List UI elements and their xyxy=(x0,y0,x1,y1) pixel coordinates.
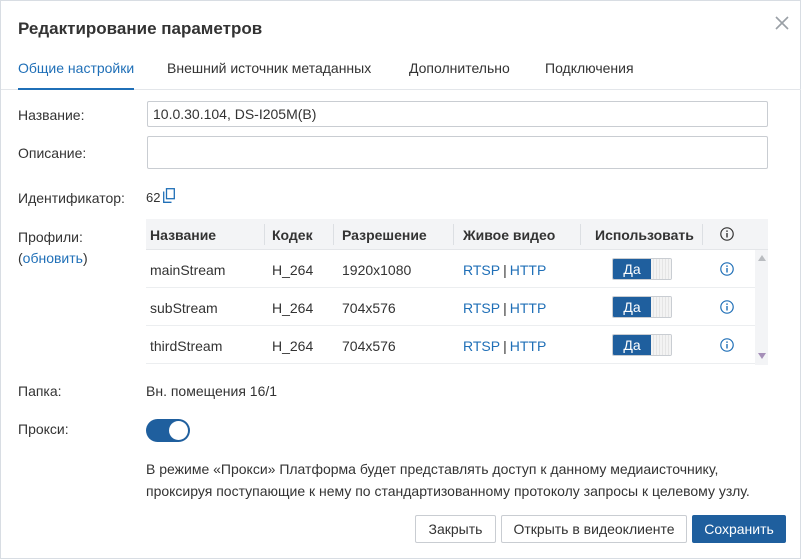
tab-general-settings[interactable]: Общие настройки xyxy=(18,59,135,90)
refresh-close-paren: ) xyxy=(82,250,88,266)
toggle-on-label: Да xyxy=(613,259,651,279)
identifier-value: 62 xyxy=(146,190,161,205)
open-in-video-client-button[interactable]: Открыть в видеоклиенте xyxy=(501,515,687,543)
profile-name: thirdStream xyxy=(150,338,223,354)
profiles-table-header: Название Кодек Разрешение Живое видео Ис… xyxy=(146,219,768,250)
toggle-on-label: Да xyxy=(613,335,651,355)
toggle-on-label: Да xyxy=(613,297,651,317)
profiles-refresh: (обновить) xyxy=(18,250,88,266)
profiles-label: Профили: xyxy=(18,229,83,245)
description-label: Описание: xyxy=(18,145,87,161)
profile-codec: H_264 xyxy=(272,262,314,278)
header-divider xyxy=(453,224,454,245)
toggle-knob xyxy=(169,421,188,440)
name-input[interactable] xyxy=(147,101,768,127)
table-row: mainStream H_264 1920x1080 RTSP | HTTP Да xyxy=(146,250,755,288)
tab-external-metadata-source[interactable]: Внешний источник метаданных xyxy=(167,59,371,90)
proxy-description: В режиме «Прокси» Платформа будет предст… xyxy=(146,461,750,499)
profiles-scrollbar[interactable] xyxy=(755,250,768,365)
profiles-table: Название Кодек Разрешение Живое видео Ис… xyxy=(146,219,768,365)
edit-parameters-dialog: Редактирование параметров Общие настройк… xyxy=(0,0,801,559)
close-icon[interactable] xyxy=(773,14,791,32)
info-icon[interactable] xyxy=(720,262,734,276)
table-row: thirdStream H_264 704x576 RTSP | HTTP Да xyxy=(146,326,755,364)
header-use: Использовать xyxy=(595,227,694,243)
info-icon[interactable] xyxy=(720,227,734,241)
header-divider xyxy=(264,224,265,245)
header-divider xyxy=(580,224,581,245)
dialog-title: Редактирование параметров xyxy=(18,19,263,38)
use-profile-toggle[interactable]: Да xyxy=(612,334,672,356)
rtsp-link[interactable]: RTSP xyxy=(463,262,500,278)
identifier-label: Идентификатор: xyxy=(18,190,125,206)
tab-advanced[interactable]: Дополнительно xyxy=(409,59,510,90)
profile-resolution: 1920x1080 xyxy=(342,262,412,278)
header-resolution: Разрешение xyxy=(342,227,427,243)
rtsp-link[interactable]: RTSP xyxy=(463,338,500,354)
description-input[interactable] xyxy=(147,136,768,169)
link-separator: | xyxy=(503,300,507,316)
profile-resolution: 704x576 xyxy=(342,338,396,354)
scroll-up-arrow-icon[interactable] xyxy=(758,255,766,261)
copy-icon[interactable] xyxy=(163,188,175,203)
proxy-toggle[interactable] xyxy=(146,419,190,442)
toggle-handle xyxy=(651,335,671,355)
folder-label: Папка: xyxy=(18,383,62,399)
profile-codec: H_264 xyxy=(272,300,314,316)
header-live-video: Живое видео xyxy=(463,227,556,243)
close-button[interactable]: Закрыть xyxy=(415,515,496,543)
tab-connections[interactable]: Подключения xyxy=(545,59,634,90)
http-link[interactable]: HTTP xyxy=(510,262,547,278)
info-icon[interactable] xyxy=(720,300,734,314)
info-icon[interactable] xyxy=(720,338,734,352)
use-profile-toggle[interactable]: Да xyxy=(612,296,672,318)
table-row: subStream H_264 704x576 RTSP | HTTP Да xyxy=(146,288,755,326)
toggle-handle xyxy=(651,297,671,317)
refresh-profiles-link[interactable]: обновить xyxy=(23,250,83,266)
header-name: Название xyxy=(150,227,217,243)
link-separator: | xyxy=(503,262,507,278)
header-divider xyxy=(702,224,703,245)
use-profile-toggle[interactable]: Да xyxy=(612,258,672,280)
live-video-links: RTSP | HTTP xyxy=(463,300,546,316)
header-codec: Кодек xyxy=(272,227,313,243)
proxy-label: Прокси: xyxy=(18,421,69,437)
profile-name: mainStream xyxy=(150,262,226,278)
header-divider xyxy=(333,224,334,245)
tab-bar: Общие настройки Внешний источник метадан… xyxy=(1,59,801,90)
http-link[interactable]: HTTP xyxy=(510,300,547,316)
http-link[interactable]: HTTP xyxy=(510,338,547,354)
profile-name: subStream xyxy=(150,300,218,316)
profile-resolution: 704x576 xyxy=(342,300,396,316)
live-video-links: RTSP | HTTP xyxy=(463,262,546,278)
rtsp-link[interactable]: RTSP xyxy=(463,300,500,316)
profile-codec: H_264 xyxy=(272,338,314,354)
scroll-down-arrow-icon[interactable] xyxy=(758,353,766,359)
link-separator: | xyxy=(503,338,507,354)
save-button[interactable]: Сохранить xyxy=(692,515,786,543)
toggle-handle xyxy=(651,259,671,279)
live-video-links: RTSP | HTTP xyxy=(463,338,546,354)
folder-value: Вн. помещения 16/1 xyxy=(146,383,278,399)
name-label: Название: xyxy=(18,107,85,123)
